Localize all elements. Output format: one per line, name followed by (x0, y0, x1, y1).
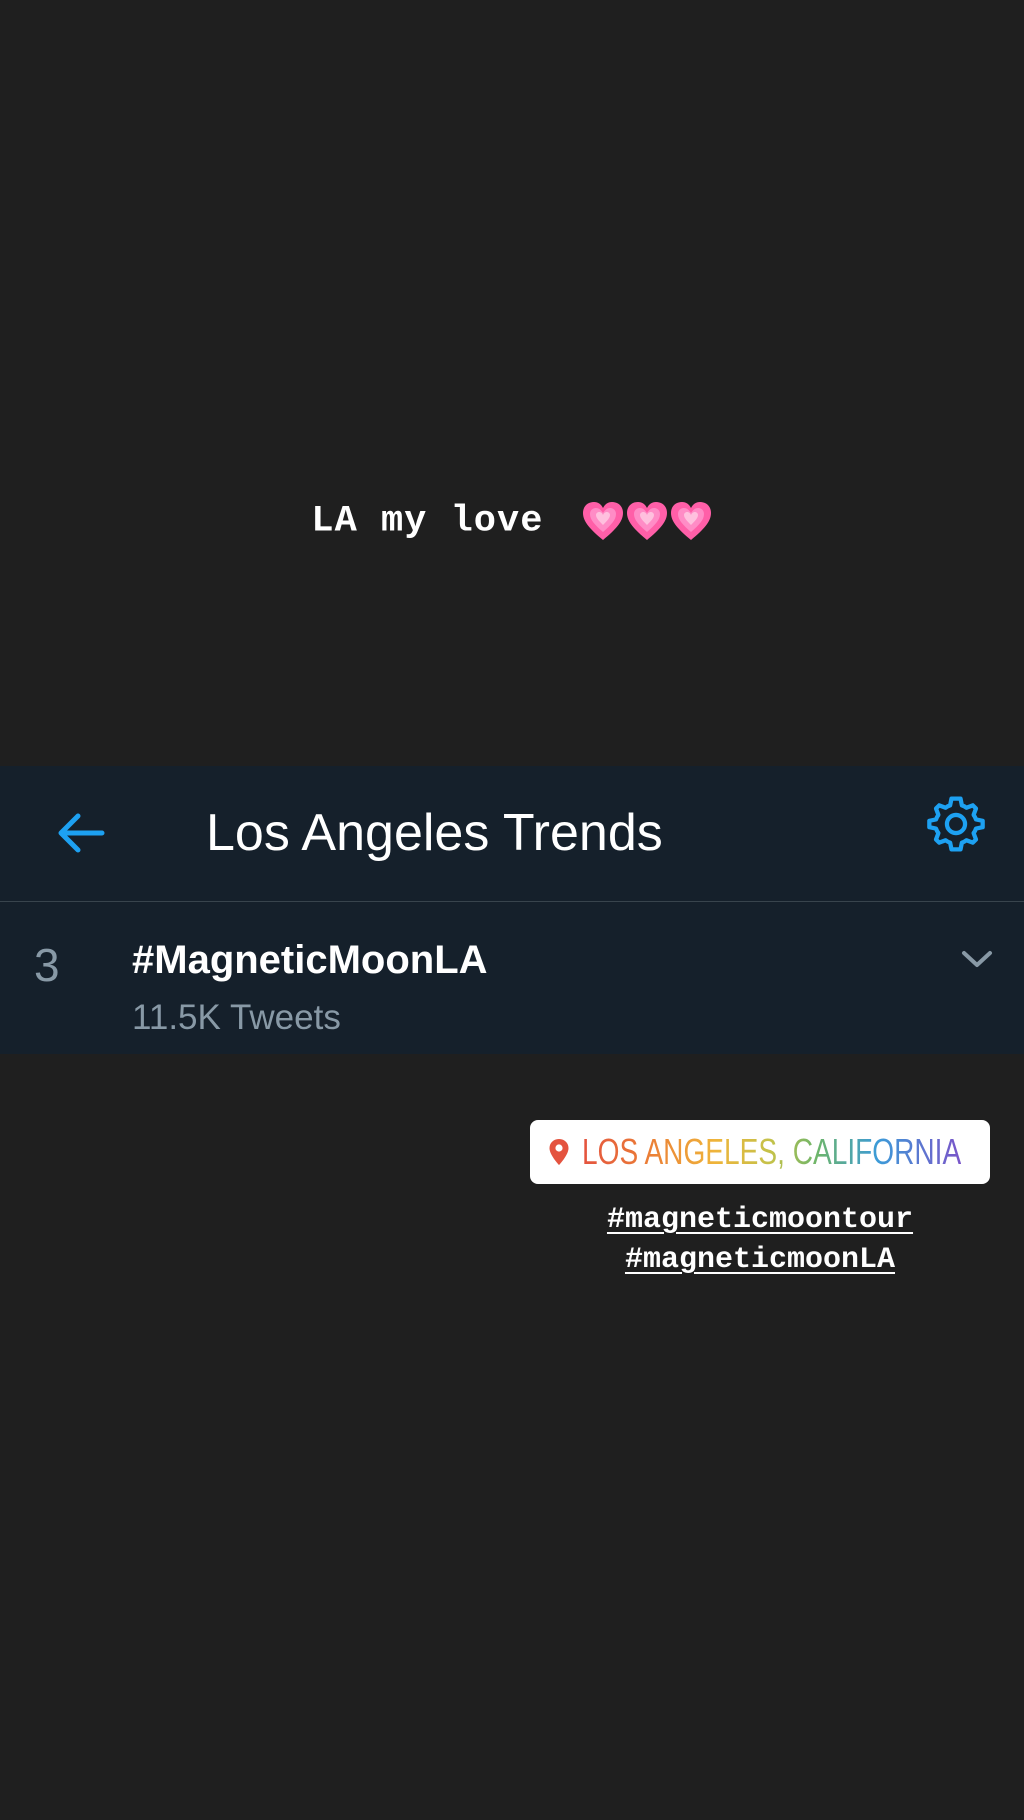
heart-icon (670, 502, 711, 540)
chevron-down-icon[interactable] (960, 948, 994, 970)
trend-rank: 3 (34, 939, 60, 991)
trend-hashtag[interactable]: #MagneticMoonLA (132, 938, 488, 983)
heart-icon (626, 502, 667, 540)
story-caption: LA my love (0, 500, 1024, 543)
trend-tweet-count: 11.5K Tweets (132, 998, 341, 1037)
trend-item[interactable]: 3 #MagneticMoonLA 11.5K Tweets (0, 902, 1024, 1054)
hearts-emoji-group (581, 500, 713, 543)
twitter-trends-screenshot: Los Angeles Trends 3 #MagneticMoonLA 11.… (0, 766, 1024, 1054)
trends-header: Los Angeles Trends (0, 766, 1024, 902)
location-sticker[interactable]: LOS ANGELES, CALIFORNIA (530, 1120, 990, 1184)
location-label: LOS ANGELES, CALIFORNIA (582, 1131, 962, 1172)
page-title: Los Angeles Trends (206, 804, 663, 862)
gear-icon[interactable] (924, 792, 988, 856)
hashtag-link[interactable]: #magneticmoontour (530, 1200, 990, 1240)
hashtag-stickers: #magneticmoontour #magneticmoonLA (530, 1200, 990, 1280)
caption-text: LA my love (311, 500, 544, 543)
arrow-left-icon[interactable] (54, 806, 108, 860)
map-pin-icon (549, 1139, 569, 1165)
hashtag-link[interactable]: #magneticmoonLA (530, 1240, 990, 1280)
heart-icon (582, 502, 623, 540)
